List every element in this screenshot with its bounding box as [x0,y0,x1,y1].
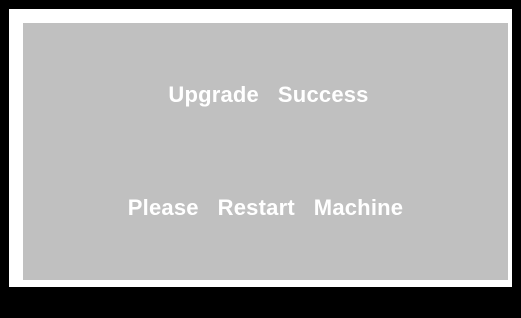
dialog-frame: Upgrade Success Please Restart Machine [9,9,512,287]
restart-instruction: Please Restart Machine [127,195,404,220]
upgrade-dialog: Upgrade Success Please Restart Machine [23,23,508,280]
upgrade-status-title: Upgrade Success [168,82,369,107]
